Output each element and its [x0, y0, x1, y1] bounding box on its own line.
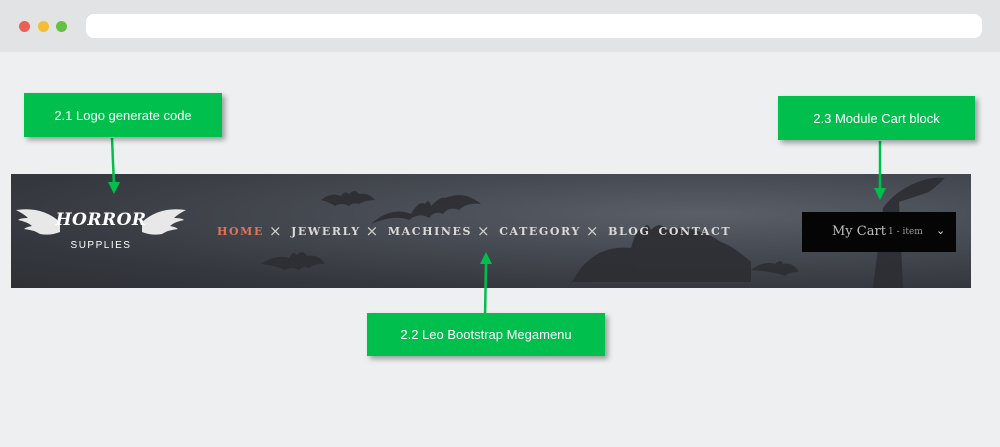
callout-logo: 2.1 Logo generate code — [24, 93, 222, 137]
annotation-arrows — [108, 137, 886, 319]
callout-megamenu: 2.2 Leo Bootstrap Megamenu — [367, 313, 605, 356]
callout-cart: 2.3 Module Cart block — [778, 96, 975, 140]
